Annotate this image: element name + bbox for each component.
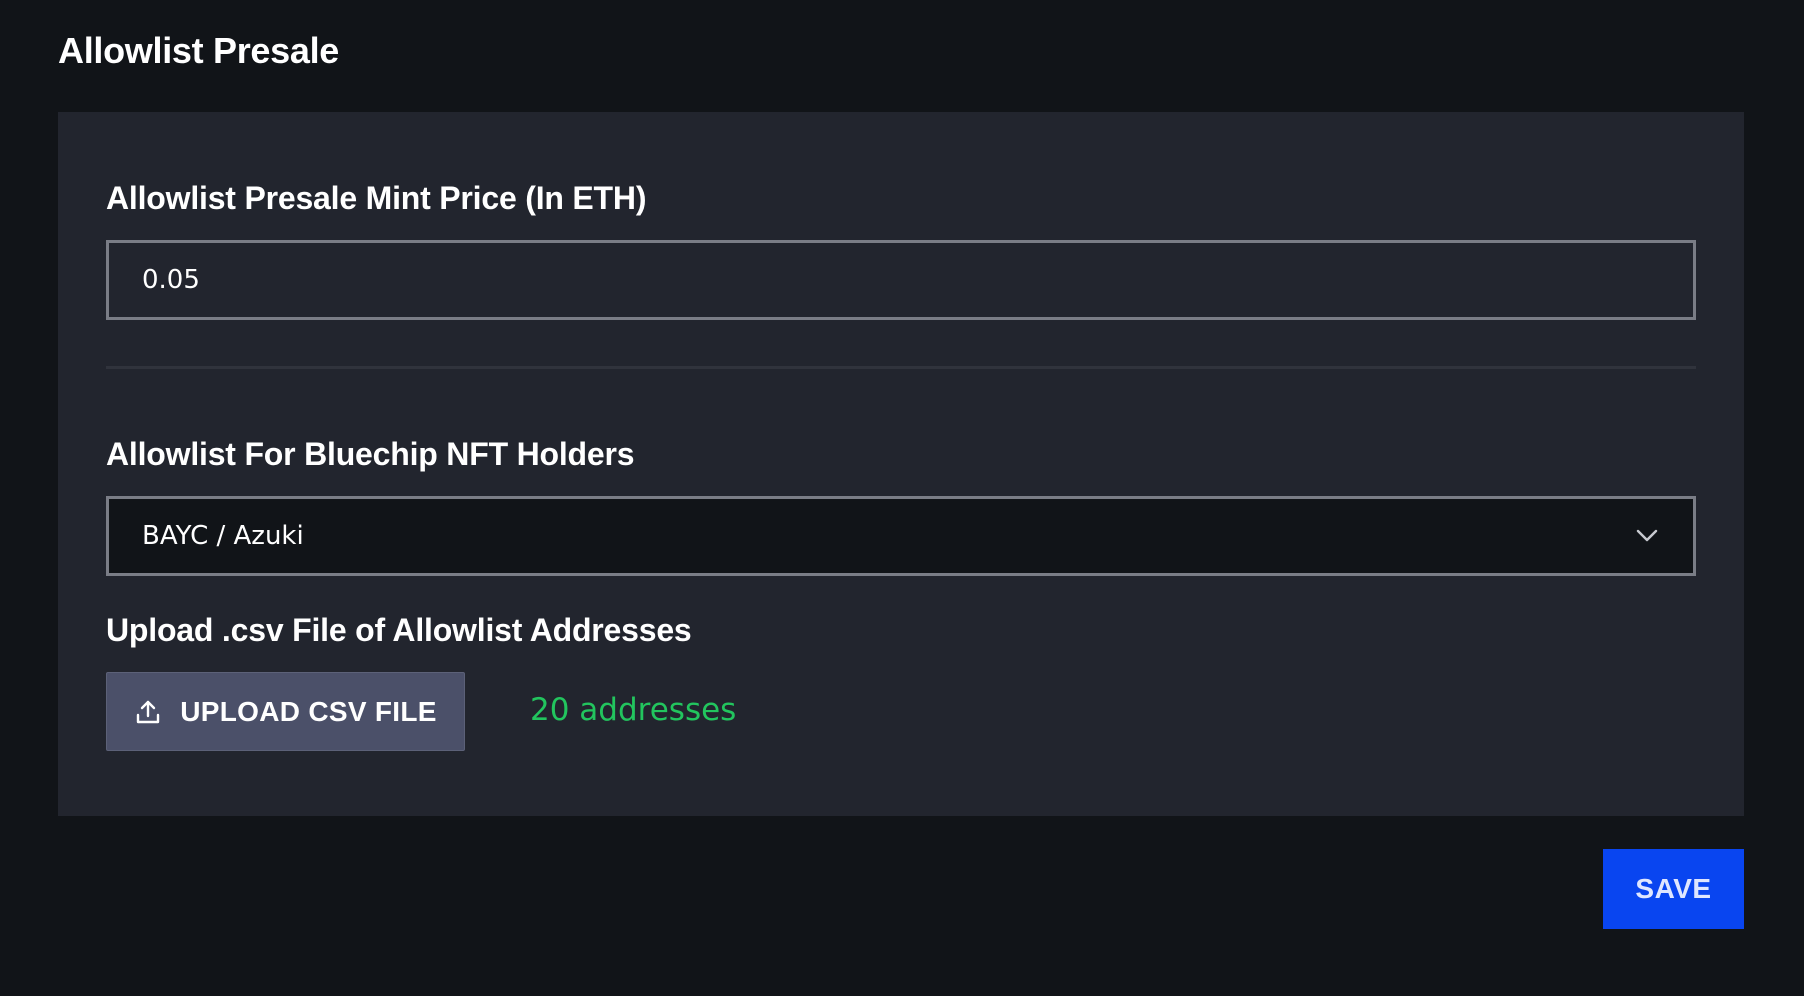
upload-csv-button-label: UPLOAD CSV FILE: [180, 695, 437, 727]
upload-csv-button[interactable]: UPLOAD CSV FILE: [106, 672, 465, 751]
mint-price-label: Allowlist Presale Mint Price (In ETH): [106, 180, 647, 216]
bluechip-allowlist-label: Allowlist For Bluechip NFT Holders: [106, 436, 635, 472]
bluechip-selected-value: BAYC / Azuki: [142, 521, 304, 551]
section-title: Allowlist Presale: [58, 30, 340, 71]
upload-icon: [134, 698, 162, 726]
allowlist-settings-panel: Allowlist Presale Mint Price (In ETH) Al…: [58, 112, 1744, 816]
chevron-down-icon: [1634, 523, 1660, 549]
bluechip-holders-select[interactable]: BAYC / Azuki: [106, 496, 1696, 576]
upload-csv-label: Upload .csv File of Allowlist Addresses: [106, 612, 692, 648]
allowlist-presale-page: Allowlist Presale Allowlist Presale Mint…: [0, 0, 1804, 996]
save-button-label: SAVE: [1635, 873, 1712, 904]
mint-price-input[interactable]: [106, 240, 1696, 320]
addresses-count-status: 20 addresses: [530, 692, 737, 728]
save-button[interactable]: SAVE: [1603, 849, 1744, 929]
divider: [106, 366, 1696, 369]
